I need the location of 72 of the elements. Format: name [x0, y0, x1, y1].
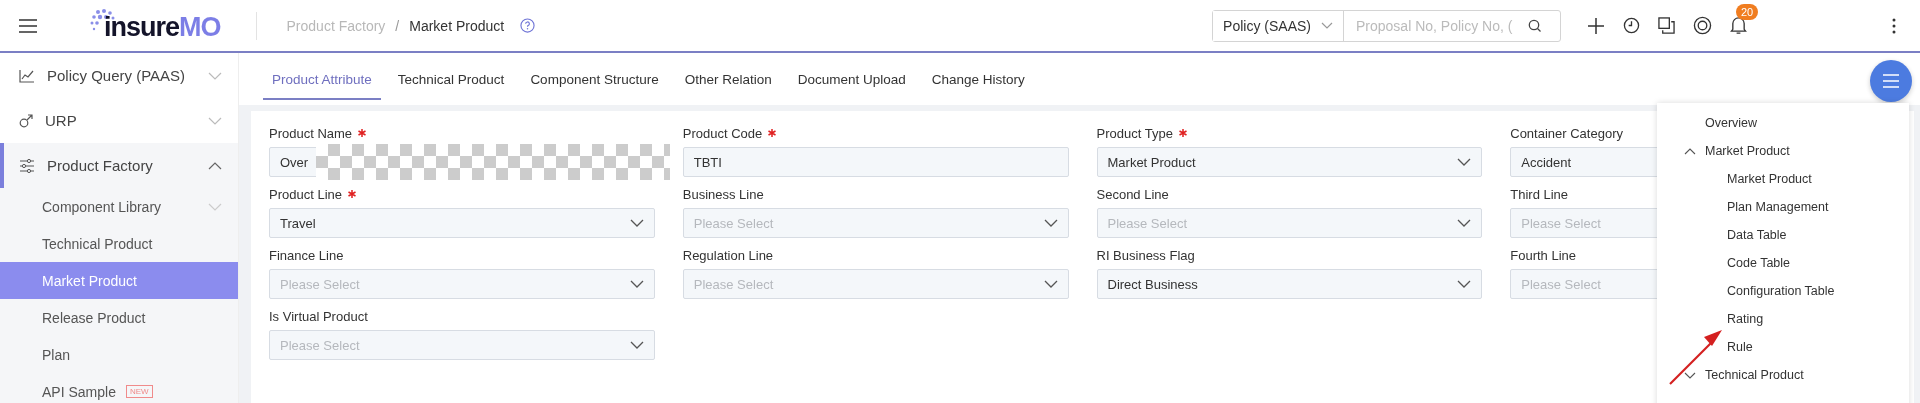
help-icon[interactable]	[520, 18, 536, 33]
target-icon[interactable]	[1693, 16, 1712, 35]
bell-icon[interactable]	[1730, 16, 1747, 35]
tab[interactable]: Technical Product	[388, 62, 514, 100]
outline-item[interactable]: Data Table	[1657, 221, 1909, 249]
outline-item[interactable]: Technical Product	[1657, 361, 1909, 389]
field-label: Second Line	[1096, 186, 1169, 202]
breadcrumb-current: Market Product	[409, 17, 505, 34]
tab[interactable]: Other Relation	[675, 62, 781, 100]
notification-badge: 20	[1736, 4, 1759, 20]
new-badge: NEW	[125, 385, 153, 398]
chevron-down-icon	[1457, 280, 1472, 288]
required-mark-icon	[348, 190, 356, 198]
field-label: Product Line	[269, 186, 342, 202]
chevron-down-icon	[1457, 158, 1472, 166]
field-label: Finance Line	[269, 247, 344, 263]
sidebar-item[interactable]: API Sample NEW	[0, 373, 238, 403]
chevron-down-icon	[1043, 280, 1058, 288]
outline-item[interactable]: Market Product	[1657, 137, 1909, 165]
select-field[interactable]: Market Product	[1096, 147, 1483, 177]
field-label: RI Business Flag	[1096, 247, 1195, 263]
chevron-down-icon	[1043, 219, 1058, 227]
chevron-up-icon	[208, 161, 222, 170]
input-field[interactable]: TBTI	[682, 147, 1069, 177]
select-field[interactable]: Travel	[269, 208, 655, 238]
field-label: Product Code	[682, 125, 763, 141]
chevron-down-icon	[629, 341, 644, 349]
sidebar-item[interactable]: Plan	[0, 336, 238, 373]
required-mark-icon	[768, 129, 777, 137]
more-icon[interactable]	[1892, 17, 1896, 34]
tab[interactable]: Document Upload	[788, 62, 915, 100]
menu-icon[interactable]	[18, 17, 38, 34]
chevron-down-icon	[208, 116, 222, 125]
chevron-down-icon	[1457, 219, 1472, 227]
chevron-down-icon	[629, 219, 644, 227]
tab[interactable]: Product Attribute	[263, 62, 381, 100]
sidebar-item[interactable]: Technical Product	[0, 225, 238, 262]
plus-icon[interactable]	[1587, 16, 1605, 35]
sidebar-item[interactable]: URP	[0, 98, 238, 143]
breadcrumb-separator: /	[395, 17, 400, 34]
outline-item[interactable]: Rating	[1657, 305, 1909, 333]
outline-item[interactable]: Market Product	[1657, 165, 1909, 193]
outline-item[interactable]: Configuration Table	[1657, 277, 1909, 305]
sidebar-item[interactable]: Policy Query (PAAS)	[0, 53, 238, 98]
field-label: Container Category	[1510, 125, 1623, 141]
field-label: Is Virtual Product	[269, 308, 368, 324]
field-label: Product Name	[269, 125, 353, 141]
copy-icon[interactable]	[1658, 17, 1675, 34]
menu-icon	[1882, 74, 1900, 88]
chevron-down-icon	[208, 71, 222, 80]
outline-item[interactable]: Rule	[1657, 333, 1909, 361]
sidebar-item[interactable]: Component Library	[0, 188, 238, 225]
field-label: Regulation Line	[682, 247, 774, 263]
required-mark-icon	[1178, 129, 1187, 137]
chevron-down-icon	[629, 280, 644, 288]
tab[interactable]: Component Structure	[521, 62, 668, 100]
field-label: Business Line	[682, 186, 764, 202]
outline-item[interactable]: Code Table	[1657, 249, 1909, 277]
sliders-icon	[19, 158, 35, 173]
tab[interactable]: Change History	[922, 62, 1034, 100]
outline-item[interactable]: Plan Management	[1657, 193, 1909, 221]
required-mark-icon	[358, 129, 367, 137]
select-field[interactable]: Direct Business	[1096, 269, 1483, 299]
chart-icon	[19, 68, 35, 83]
clock-icon[interactable]	[1623, 17, 1640, 34]
field-label: Product Type	[1096, 125, 1173, 141]
outline-item[interactable]: Overview	[1657, 109, 1909, 137]
sidebar-item[interactable]: Release Product	[0, 299, 238, 336]
sidebar-item[interactable]: Product Factory	[0, 143, 238, 188]
field-label: Third Line	[1510, 186, 1569, 202]
male-symbol-icon	[19, 113, 33, 128]
field-label: Fourth Line	[1510, 247, 1576, 263]
